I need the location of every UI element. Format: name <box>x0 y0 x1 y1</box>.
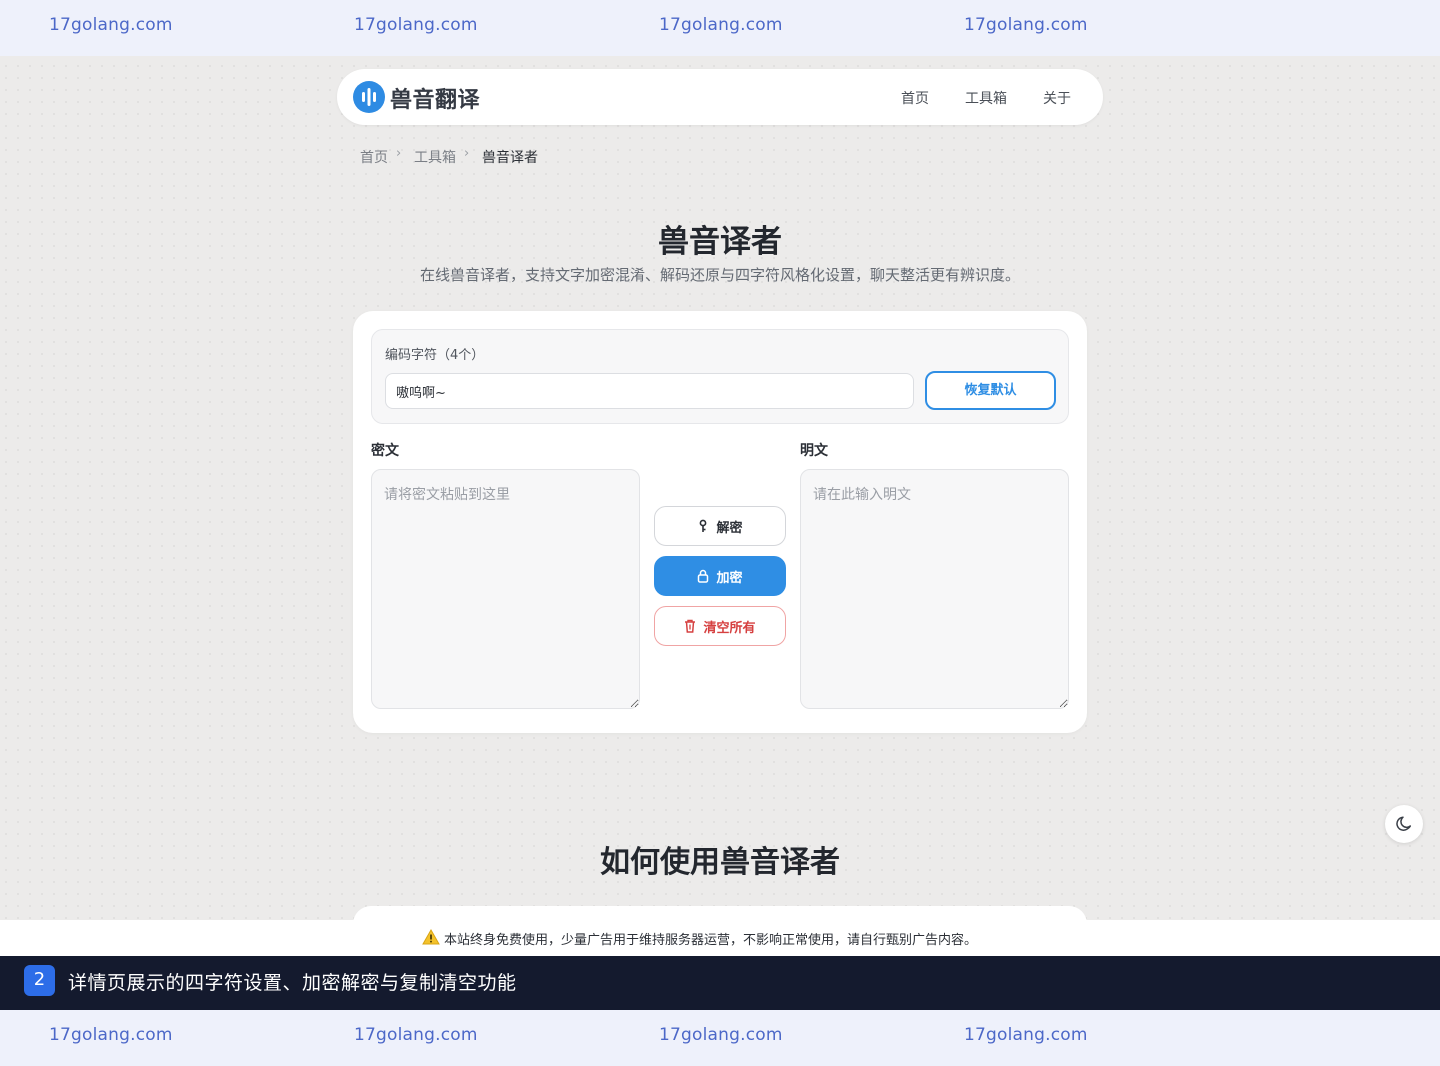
site-header: 兽音翻译 首页 工具箱 关于 <box>337 69 1103 125</box>
lock-icon <box>697 569 709 583</box>
encoding-chars-input[interactable] <box>385 373 914 409</box>
watermark-band-top: 17golang.com 17golang.com 17golang.com 1… <box>0 0 1440 56</box>
breadcrumb-toolbox[interactable]: 工具箱 <box>414 147 456 167</box>
breadcrumb-current: 兽音译者 <box>482 150 538 166</box>
caption-badge: 2 <box>24 965 55 996</box>
watermark-text: 17golang.com <box>354 1025 478 1045</box>
chevron-right-icon: › <box>396 146 402 161</box>
plain-label: 明文 <box>800 443 828 459</box>
watermark-text: 17golang.com <box>964 1025 1088 1045</box>
notice-text: 本站终身免费使用，少量广告用于维持服务器运营，不影响正常使用，请自行甄别广告内容… <box>444 933 978 948</box>
notice-bar: 本站终身免费使用，少量广告用于维持服务器运营，不影响正常使用，请自行甄别广告内容… <box>0 920 1440 956</box>
cipher-textarea[interactable] <box>371 469 640 709</box>
encoding-settings: 编码字符（4个） 恢复默认 <box>371 329 1069 424</box>
encrypt-button[interactable]: 加密 <box>654 556 786 596</box>
nav-about[interactable]: 关于 <box>1043 88 1071 108</box>
caption-bar: 2 详情页展示的四字符设置、加密解密与复制清空功能 <box>0 956 1440 1010</box>
page-title: 兽音译者 <box>658 224 782 260</box>
clear-all-button[interactable]: 清空所有 <box>654 606 786 646</box>
warning-icon <box>422 928 440 949</box>
breadcrumb-home[interactable]: 首页 <box>360 147 388 167</box>
watermark-text: 17golang.com <box>49 15 173 35</box>
page-subtitle: 在线兽音译者，支持文字加密混淆、解码还原与四字符风格化设置，聊天整活更有辨识度。 <box>419 266 1020 284</box>
encoding-chars-label: 编码字符（4个） <box>385 348 485 363</box>
nav-toolbox[interactable]: 工具箱 <box>965 88 1007 108</box>
decrypt-button[interactable]: 解密 <box>654 506 786 546</box>
watermark-band-bottom: 17golang.com 17golang.com 17golang.com 1… <box>0 1010 1440 1066</box>
plain-textarea[interactable] <box>800 469 1069 709</box>
chevron-right-icon: › <box>464 146 470 161</box>
decrypt-label: 解密 <box>716 520 743 536</box>
logo-icon[interactable] <box>353 81 385 113</box>
logo-text[interactable]: 兽音翻译 <box>390 82 480 114</box>
translator-card: 编码字符（4个） 恢复默认 密文 明文 解密 加密 清空所有 <box>353 311 1087 733</box>
watermark-text: 17golang.com <box>49 1025 173 1045</box>
nav-home[interactable]: 首页 <box>901 88 929 108</box>
watermark-text: 17golang.com <box>659 15 783 35</box>
watermark-text: 17golang.com <box>964 15 1088 35</box>
howto-title: 如何使用兽音译者 <box>600 845 840 880</box>
encrypt-label: 加密 <box>716 570 743 586</box>
watermark-text: 17golang.com <box>354 15 478 35</box>
trash-icon <box>684 619 696 633</box>
watermark-text: 17golang.com <box>659 1025 783 1045</box>
key-icon <box>697 519 709 533</box>
caption-text: 详情页展示的四字符设置、加密解密与复制清空功能 <box>68 972 517 994</box>
reset-default-button[interactable]: 恢复默认 <box>925 371 1056 410</box>
cipher-label: 密文 <box>371 443 399 459</box>
clear-all-label: 清空所有 <box>703 620 756 636</box>
